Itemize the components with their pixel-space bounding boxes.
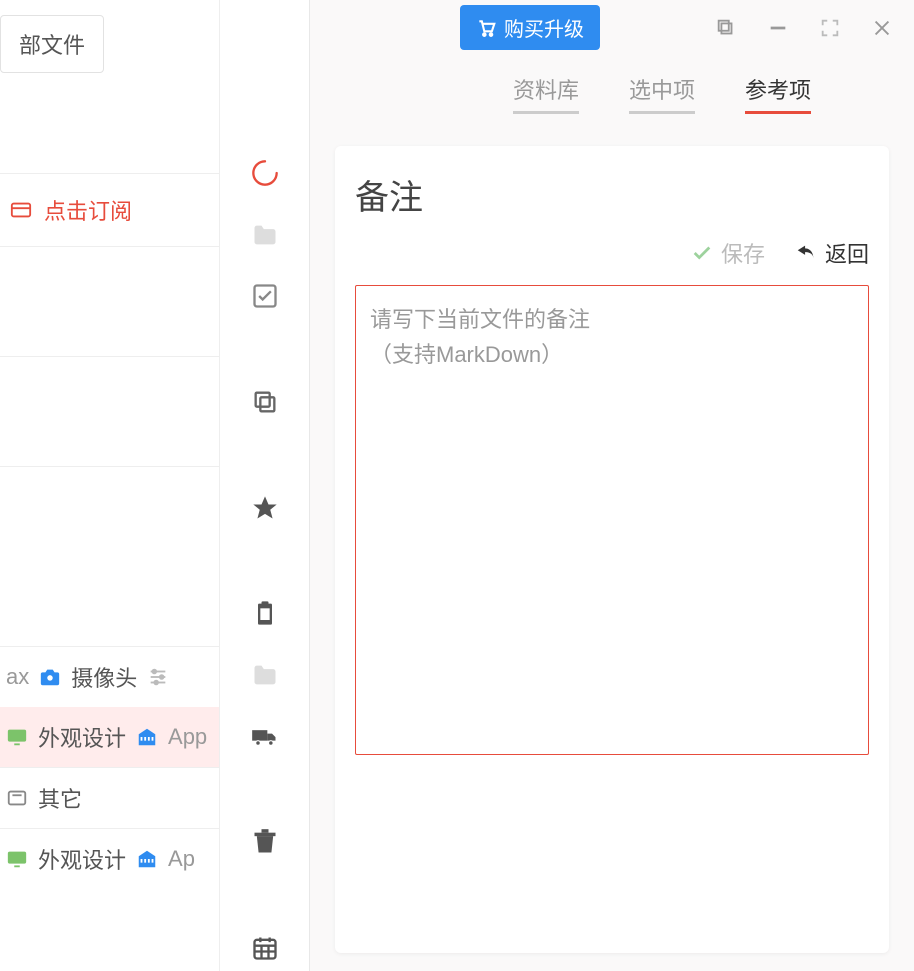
tab-selected[interactable]: 选中项 <box>629 73 695 114</box>
check-icon <box>691 242 713 264</box>
back-label: 返回 <box>825 237 869 269</box>
cart-icon <box>476 18 496 38</box>
monitor-icon <box>6 726 28 748</box>
app-label: App <box>168 724 207 750</box>
loading-icon[interactable] <box>241 150 289 197</box>
calendar-icon[interactable] <box>241 924 289 971</box>
trash-icon[interactable] <box>241 819 289 866</box>
save-label: 保存 <box>721 237 765 269</box>
camera-label: 摄像头 <box>71 661 137 693</box>
building-icon <box>136 848 158 870</box>
design-label: 外观设计 <box>38 721 126 753</box>
list-item <box>0 357 219 467</box>
monitor-icon <box>6 848 28 870</box>
design2-label: 外观设计 <box>38 843 126 875</box>
sliders-icon <box>147 666 169 688</box>
tab-library[interactable]: 资料库 <box>513 73 579 114</box>
note-actions: 保存 返回 <box>355 237 869 269</box>
camera-row[interactable]: ax 摄像头 <box>0 647 219 707</box>
left-panel: 部文件 点击订阅 ax 摄像头 外观设计 App 其它 外观设计 <box>0 0 220 971</box>
subscribe-label: 点击订阅 <box>44 194 132 226</box>
other-label: 其它 <box>38 782 82 814</box>
save-button[interactable]: 保存 <box>691 237 765 269</box>
check-icon[interactable] <box>241 273 289 320</box>
right-panel: 购买升级 资料库 选中项 参考项 备注 <box>310 0 914 971</box>
all-files-button[interactable]: 部文件 <box>0 15 104 73</box>
close-icon[interactable] <box>870 16 894 40</box>
back-button[interactable]: 返回 <box>795 237 869 269</box>
folder-icon[interactable] <box>241 212 289 259</box>
box-icon <box>6 787 28 809</box>
design-row[interactable]: 外观设计 App <box>0 707 219 768</box>
title-bar: 购买升级 <box>310 0 914 55</box>
subscribe-row[interactable]: 点击订阅 <box>0 173 219 247</box>
list-item <box>0 247 219 357</box>
upgrade-button[interactable]: 购买升级 <box>460 5 600 50</box>
copy-icon[interactable] <box>241 379 289 426</box>
fullscreen-icon[interactable] <box>818 16 842 40</box>
other-row[interactable]: 其它 <box>0 768 219 829</box>
note-title: 备注 <box>355 170 869 219</box>
upgrade-label: 购买升级 <box>504 13 584 42</box>
camera-icon <box>39 666 61 688</box>
star-icon[interactable] <box>241 484 289 531</box>
vertical-toolbar <box>220 0 310 971</box>
card-icon <box>10 199 32 221</box>
restore-icon[interactable] <box>714 16 738 40</box>
app2-label: Ap <box>168 846 195 872</box>
tabs: 资料库 选中项 参考项 <box>410 55 914 128</box>
building-icon <box>136 726 158 748</box>
clipboard-icon[interactable] <box>241 590 289 637</box>
list-item <box>0 467 219 647</box>
undo-icon <box>795 242 817 264</box>
design-row-2[interactable]: 外观设计 Ap <box>0 829 219 889</box>
note-card: 备注 保存 返回 <box>335 146 889 953</box>
tab-reference[interactable]: 参考项 <box>745 73 811 114</box>
truck-icon[interactable] <box>241 713 289 760</box>
folder2-icon[interactable] <box>241 652 289 699</box>
note-textarea[interactable] <box>355 285 869 755</box>
minimize-icon[interactable] <box>766 16 790 40</box>
prefix-label: ax <box>6 664 29 690</box>
